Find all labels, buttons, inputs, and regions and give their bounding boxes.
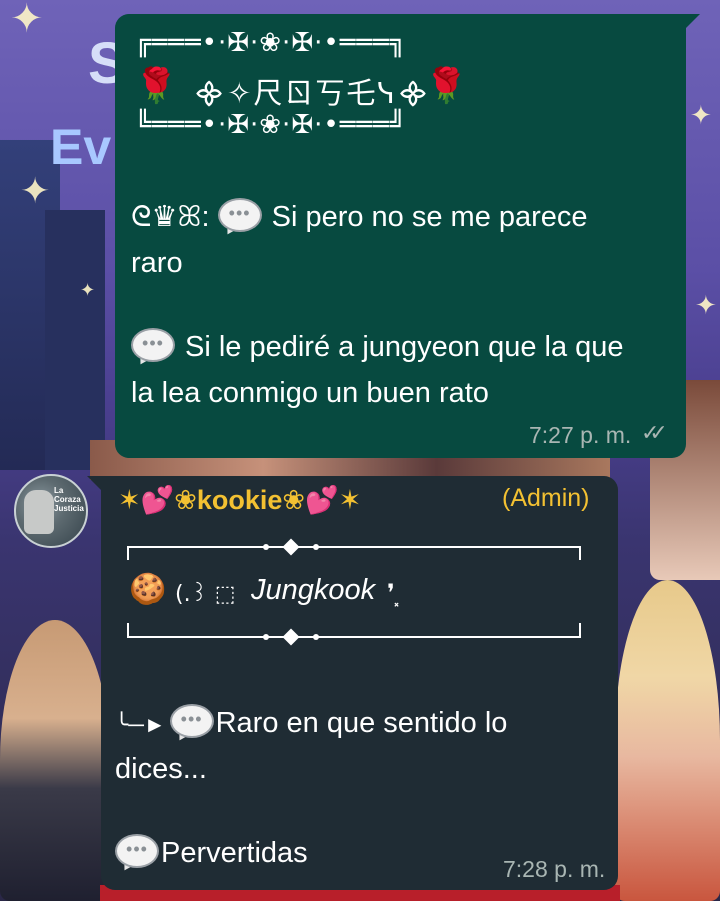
outgoing-message-bubble[interactable]: ╔═══•·✠·❀·✠·•═══╗ 🌹 ᯽✧尺ㄖ丂乇ᓭ᯽ 🌹 ╚═══•·✠·❀… <box>115 14 700 458</box>
message-line: ╰─► ••• Raro en que sentido lo <box>115 700 507 748</box>
decorative-frame-corner <box>127 546 129 560</box>
message-text: raro <box>131 247 183 279</box>
message-line: raro <box>131 240 183 286</box>
speech-balloon-icon: ••• <box>115 834 159 874</box>
message-text: Si le pediré a jungyeon que la que <box>185 331 624 363</box>
decorative-frame-corner <box>127 623 129 637</box>
decorative-dot <box>313 544 319 550</box>
message-timestamp: 7:28 p. m. <box>503 856 606 882</box>
decorative-header-bottom: ╚═══•·✠·❀·✠·•═══╝ <box>135 110 407 140</box>
star-icon: ✦ <box>80 280 96 300</box>
decorative-prefix: ᘓ♛ꕤ: <box>131 201 210 233</box>
star-icon: ✦ <box>10 0 44 41</box>
message-text: Raro en que sentido lo <box>215 707 508 739</box>
decorative-frame-corner <box>579 546 581 560</box>
message-text: la lea conmigo un buen rato <box>131 377 489 409</box>
decorative-frame-corner <box>579 623 581 637</box>
decorative-dot <box>263 634 269 640</box>
decorative-header-top: ╔═══•·✠·❀·✠·•═══╗ <box>135 28 407 58</box>
sender-avatar[interactable]: La Coraza Justicia <box>14 474 88 548</box>
star-icon: ✦ <box>690 100 712 130</box>
decorative-name-suffix: ❜⸼ <box>387 579 401 607</box>
star-icon: ✦ <box>695 290 717 320</box>
cookie-icon: 🍪 <box>129 572 167 607</box>
speech-balloon-icon: ••• <box>217 198 262 238</box>
decorative-name: Jungkook <box>251 574 376 606</box>
speech-balloon-icon: ••• <box>131 328 175 368</box>
message-line: ••• Si le pediré a jungyeon que la que <box>131 324 624 370</box>
speech-balloon-icon: ••• <box>169 704 214 744</box>
decorative-diamond <box>282 628 300 646</box>
decorative-dot <box>263 544 269 550</box>
sender-role-badge: (Admin) <box>502 484 590 512</box>
message-line: ᘓ♛ꕤ: ••• Si pero no se me parece <box>131 194 588 240</box>
decorative-name-prefix: (.꒱ ⬚ <box>175 582 236 607</box>
wallpaper-building <box>45 210 105 470</box>
bubble-tail <box>684 14 700 30</box>
avatar-caption: La Coraza Justicia <box>54 486 84 513</box>
message-timestamp: 7:27 p. m. <box>529 422 632 448</box>
decorative-frame-line <box>127 636 581 638</box>
message-text: dices... <box>115 753 207 785</box>
bubble-tail <box>87 476 103 492</box>
decorative-frame-line <box>127 546 581 548</box>
wallpaper-title-fragment: Ev <box>50 119 112 175</box>
wallpaper-person <box>615 580 720 901</box>
message-line: dices... <box>115 746 207 792</box>
decorative-dot <box>313 634 319 640</box>
wallpaper-person <box>0 620 110 901</box>
message-text: Si pero no se me parece <box>271 201 588 233</box>
sender-name[interactable]: ✶💕❀kookie❀💕✶ <box>118 484 361 516</box>
arrow-icon: ╰─► <box>115 712 166 737</box>
armor-icon <box>24 490 54 534</box>
decorative-diamond <box>282 538 300 556</box>
message-line: ••• Pervertidas <box>115 830 308 876</box>
message-text: Pervertidas <box>161 837 308 869</box>
star-icon: ✦ <box>20 170 51 211</box>
double-check-icon: ✓✓ <box>641 420 668 445</box>
message-line: la lea conmigo un buen rato <box>131 370 489 416</box>
rose-icon: 🌹 <box>135 66 178 106</box>
rose-icon: 🌹 <box>425 66 468 106</box>
decorative-header-title: ᯽✧尺ㄖ丂乇ᓭ᯽ <box>193 76 431 110</box>
incoming-message-bubble[interactable]: 🍪 (.꒱ ⬚ Jungkook ❜⸼ ╰─► ••• Raro en que se… <box>87 476 618 890</box>
